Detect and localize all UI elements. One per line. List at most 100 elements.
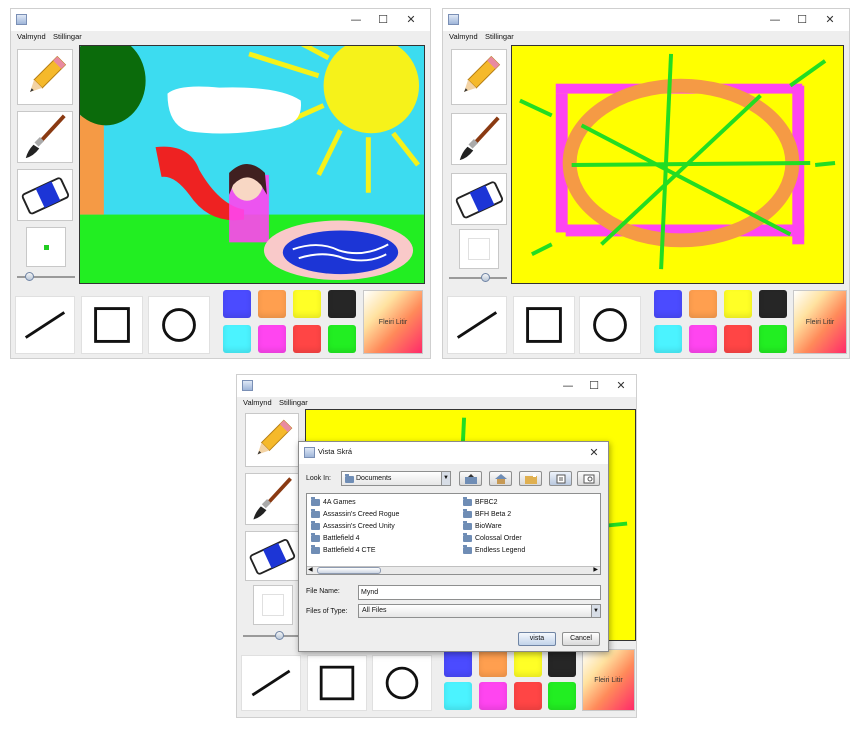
color-swatch-yellow[interactable]: [514, 649, 542, 677]
details-view-button[interactable]: [577, 471, 600, 486]
scroll-right-icon[interactable]: ▶: [593, 566, 598, 573]
more-colors-button[interactable]: Fleiri Litir: [793, 290, 847, 354]
pencil-tool[interactable]: [17, 49, 73, 105]
color-swatch-blue[interactable]: [444, 649, 472, 677]
color-swatch-green[interactable]: [328, 325, 356, 353]
list-item[interactable]: 4A Games: [311, 497, 356, 508]
title-bar: — ☐ ✕: [443, 9, 849, 31]
circle-shape-button[interactable]: [148, 296, 210, 354]
color-swatch-orange[interactable]: [479, 649, 507, 677]
look-in-select[interactable]: Documents ▼: [341, 471, 451, 486]
cancel-button[interactable]: Cancel: [562, 632, 600, 646]
menu-stillingar[interactable]: Stillingar: [53, 31, 82, 42]
list-item[interactable]: Colossal Order: [463, 533, 522, 544]
color-swatch-orange[interactable]: [258, 290, 286, 318]
minimize-button[interactable]: —: [760, 12, 790, 28]
rectangle-icon: [94, 307, 130, 343]
color-swatch-black[interactable]: [328, 290, 356, 318]
menu-valmynd[interactable]: Valmynd: [449, 31, 478, 42]
scrollbar-thumb[interactable]: [317, 567, 381, 574]
more-colors-button[interactable]: Fleiri Litir: [582, 649, 635, 711]
eraser-tool[interactable]: [451, 173, 507, 225]
maximize-button[interactable]: ☐: [579, 378, 609, 394]
eraser-tool[interactable]: [17, 169, 73, 221]
brush-size-slider[interactable]: [243, 635, 301, 637]
color-swatch-yellow[interactable]: [293, 290, 321, 318]
list-item[interactable]: BioWare: [463, 521, 502, 532]
list-item[interactable]: Endless Legend: [463, 545, 525, 556]
slider-thumb[interactable]: [275, 631, 284, 640]
slider-thumb[interactable]: [481, 273, 490, 282]
list-view-button[interactable]: [549, 471, 572, 486]
color-swatch-black[interactable]: [548, 649, 576, 677]
slider-thumb[interactable]: [25, 272, 34, 281]
eraser-tool[interactable]: [245, 531, 299, 581]
list-item[interactable]: BFH Beta 2: [463, 509, 511, 520]
maximize-button[interactable]: ☐: [787, 12, 817, 28]
dialog-close-button[interactable]: ✕: [583, 445, 605, 461]
close-button[interactable]: ✕: [815, 12, 845, 28]
color-swatch-blue[interactable]: [654, 290, 682, 318]
java-app-icon: [242, 380, 253, 391]
up-one-level-button[interactable]: [459, 471, 482, 486]
horizontal-scrollbar[interactable]: ◀ ▶: [307, 566, 600, 574]
color-swatch-green[interactable]: [759, 325, 787, 353]
color-swatch-magenta[interactable]: [479, 682, 507, 710]
file-list[interactable]: 4A Games Assassin's Creed Rogue Assassin…: [306, 493, 601, 575]
menu-stillingar[interactable]: Stillingar: [485, 31, 514, 42]
line-shape-button[interactable]: [241, 655, 301, 711]
color-swatch-red[interactable]: [724, 325, 752, 353]
color-swatch-yellow[interactable]: [724, 290, 752, 318]
list-item[interactable]: Battlefield 4: [311, 533, 360, 544]
close-button[interactable]: ✕: [396, 12, 426, 28]
drawing-canvas[interactable]: [511, 45, 844, 284]
brush-tool[interactable]: [245, 473, 299, 525]
color-swatch-orange[interactable]: [689, 290, 717, 318]
file-name-input[interactable]: Mynd: [358, 585, 601, 600]
list-item[interactable]: Battlefield 4 CTE: [311, 545, 376, 556]
more-colors-button[interactable]: Fleiri Litir: [363, 290, 423, 354]
list-item[interactable]: Assassin's Creed Unity: [311, 521, 395, 532]
color-swatch-black[interactable]: [759, 290, 787, 318]
scroll-left-icon[interactable]: ◀: [308, 566, 313, 573]
color-swatch-cyan[interactable]: [444, 682, 472, 710]
menu-valmynd[interactable]: Valmynd: [243, 397, 272, 408]
list-item[interactable]: BFBC2: [463, 497, 498, 508]
brush-size-preview: [26, 227, 66, 267]
brush-tool[interactable]: [451, 113, 507, 165]
brush-size-slider[interactable]: [449, 277, 507, 279]
new-folder-button[interactable]: [519, 471, 542, 486]
maximize-button[interactable]: ☐: [368, 12, 398, 28]
line-shape-button[interactable]: [447, 296, 507, 354]
line-icon: [251, 669, 291, 697]
paint-window-2: — ☐ ✕ Valmynd Stillingar Fleiri Litir: [442, 8, 850, 359]
files-of-type-select[interactable]: All Files ▼: [358, 604, 601, 618]
brush-size-dot: [44, 245, 49, 250]
color-swatch-red[interactable]: [514, 682, 542, 710]
list-item[interactable]: Assassin's Creed Rogue: [311, 509, 399, 520]
drawing-canvas[interactable]: [79, 45, 425, 284]
folder-icon: [463, 545, 472, 554]
close-button[interactable]: ✕: [606, 378, 636, 394]
rectangle-shape-button[interactable]: [81, 296, 143, 354]
brush-tool[interactable]: [17, 111, 73, 163]
circle-shape-button[interactable]: [372, 655, 432, 711]
color-swatch-cyan[interactable]: [223, 325, 251, 353]
color-swatch-green[interactable]: [548, 682, 576, 710]
line-shape-button[interactable]: [15, 296, 75, 354]
minimize-button[interactable]: —: [341, 12, 371, 28]
color-swatch-magenta[interactable]: [689, 325, 717, 353]
color-swatch-blue[interactable]: [223, 290, 251, 318]
color-swatch-cyan[interactable]: [654, 325, 682, 353]
save-button[interactable]: vista: [518, 632, 556, 646]
menu-valmynd[interactable]: Valmynd: [17, 31, 46, 42]
color-swatch-magenta[interactable]: [258, 325, 286, 353]
pencil-tool[interactable]: [451, 49, 507, 105]
home-button[interactable]: [489, 471, 512, 486]
pencil-tool[interactable]: [245, 413, 299, 467]
menu-stillingar[interactable]: Stillingar: [279, 397, 308, 408]
color-swatch-red[interactable]: [293, 325, 321, 353]
rectangle-shape-button[interactable]: [307, 655, 367, 711]
rectangle-shape-button[interactable]: [513, 296, 575, 354]
circle-shape-button[interactable]: [579, 296, 641, 354]
